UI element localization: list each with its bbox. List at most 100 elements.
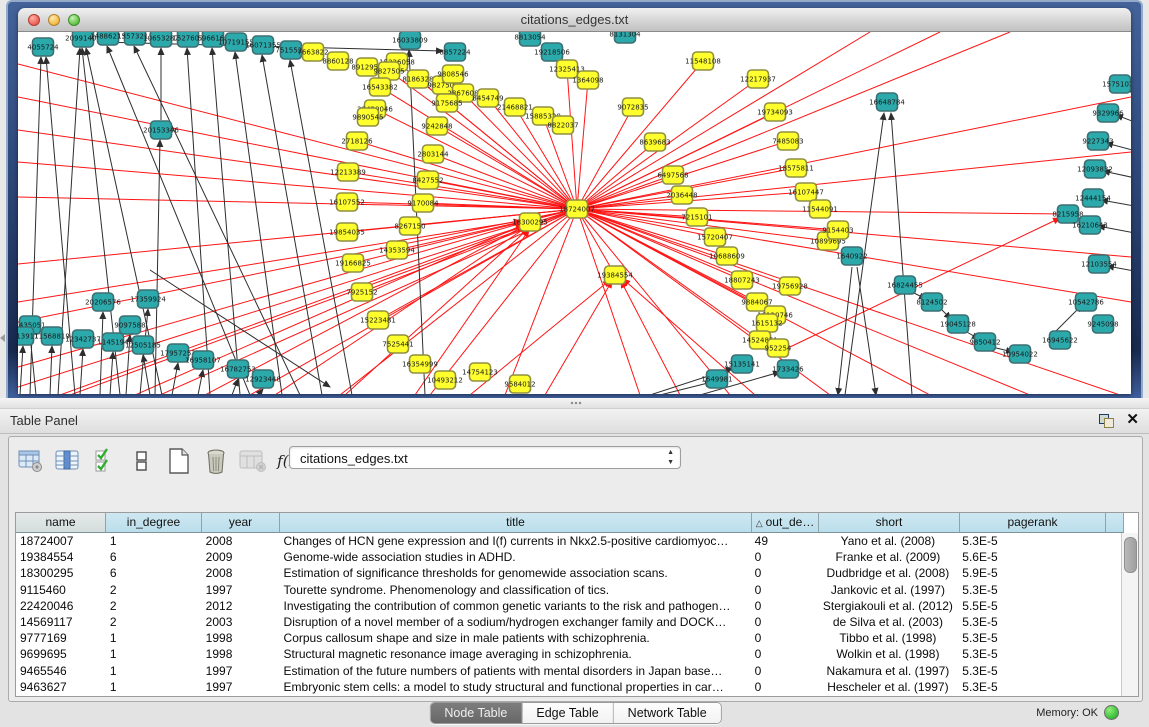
show-columns-icon[interactable] xyxy=(54,447,82,475)
edge xyxy=(198,370,203,394)
table-cell: Structural magnetic resonance image aver… xyxy=(280,646,751,662)
table-cell: 2003 xyxy=(202,614,280,630)
edge xyxy=(623,279,755,394)
edge xyxy=(232,379,238,394)
graph-node-label: 8813054 xyxy=(514,34,546,42)
column-header-in_degree[interactable]: in_degree xyxy=(106,513,202,533)
table-cell: 5.5E-5 xyxy=(958,598,1104,614)
table-cell: 5.3E-5 xyxy=(958,646,1104,662)
column-header-title[interactable]: title xyxy=(280,513,752,533)
graph-node-label: 20206576 xyxy=(85,299,121,307)
vertical-scrollbar[interactable] xyxy=(1121,533,1138,696)
graph-node-label: 9808546 xyxy=(437,71,469,79)
table-row[interactable]: 1872400712008Changes of HCN gene express… xyxy=(16,533,1122,549)
edge xyxy=(891,113,912,394)
table-cell: 9115460 xyxy=(16,582,106,598)
table-cell: Jankovic et al. (1997) xyxy=(818,582,959,598)
graph-node-label: 8267150 xyxy=(394,223,425,231)
float-panel-icon[interactable] xyxy=(1099,412,1114,427)
panel-collapse-arrow-icon[interactable] xyxy=(0,334,5,342)
column-header-spacer[interactable] xyxy=(1106,513,1124,533)
graph-node-label: 9890545 xyxy=(352,114,383,122)
graph-node-label: 16958107 xyxy=(185,357,221,365)
graph-node-label: 8454749 xyxy=(472,95,503,103)
table-cell: Hescheler et al. (1997) xyxy=(818,679,959,695)
close-panel-icon[interactable]: ✕ xyxy=(1126,412,1139,427)
graph-node-label: 9154403 xyxy=(822,227,853,235)
table-row[interactable]: 969969511998Structural magnetic resonanc… xyxy=(16,646,1122,662)
table-cell: 5.3E-5 xyxy=(958,582,1104,598)
tab-network-table[interactable]: Network Table xyxy=(614,703,721,723)
table-cell xyxy=(1104,646,1122,662)
column-header-year[interactable]: year xyxy=(202,513,280,533)
table-cell: 5.3E-5 xyxy=(958,614,1104,630)
graph-node-label: 8124502 xyxy=(916,299,947,307)
tab-node-table[interactable]: Node Table xyxy=(430,703,522,723)
table-row[interactable]: 977716911998Corpus callosum shape and si… xyxy=(16,630,1122,646)
graph-node-label: 9850412 xyxy=(969,339,1000,347)
tab-edge-table[interactable]: Edge Table xyxy=(522,703,613,723)
window-titlebar[interactable]: citations_edges.txt xyxy=(18,8,1131,32)
table-row[interactable]: 946554611997Estimation of the future num… xyxy=(16,663,1122,679)
delete-table-icon[interactable] xyxy=(239,447,267,475)
new-attribute-icon[interactable] xyxy=(165,447,193,475)
table-type-tabs: Node TableEdge TableNetwork Table xyxy=(429,702,721,724)
graph-node-label: 8639683 xyxy=(639,139,670,147)
table-cell: 14569117 xyxy=(16,614,106,630)
table-cell: Tourette syndrome. Phenomenology and cla… xyxy=(280,582,751,598)
table-row[interactable]: 2242004622012Investigating the contribut… xyxy=(16,598,1122,614)
table-cell: 2009 xyxy=(202,549,280,565)
graph-node-label: 2036448 xyxy=(666,192,697,200)
edge xyxy=(18,221,521,302)
graph-node-label: 10954022 xyxy=(1002,351,1038,359)
table-row[interactable]: 1938455462009Genome-wide association stu… xyxy=(16,549,1122,565)
edge xyxy=(212,48,240,394)
table-cell xyxy=(1104,533,1122,549)
delete-attribute-icon[interactable] xyxy=(202,447,230,475)
graph-node-label: 16543382 xyxy=(362,84,398,92)
column-header-short[interactable]: short xyxy=(819,513,960,533)
table-cell: 2 xyxy=(106,598,202,614)
graph-node-label: 18807243 xyxy=(724,277,760,285)
panel-divider[interactable] xyxy=(0,398,1149,409)
table-cell xyxy=(1104,582,1122,598)
column-header-out_de…[interactable]: △out_de… xyxy=(752,513,819,533)
table-cell: 9465546 xyxy=(16,663,106,679)
row-height-icon[interactable] xyxy=(128,447,156,475)
graph-node-label: 18724007 xyxy=(559,206,595,214)
divider-grip-icon[interactable] xyxy=(570,401,582,405)
table-selector-dropdown[interactable]: citations_edges.txt ▲▼ xyxy=(289,446,681,469)
table-cell: 2 xyxy=(106,614,202,630)
graph-node-label: 12093832 xyxy=(1077,166,1113,174)
column-header-pagerank[interactable]: pagerank xyxy=(960,513,1106,533)
graph-node-label: 12923448 xyxy=(245,376,281,384)
table-cell xyxy=(1104,598,1122,614)
graph-node-label: 14754123 xyxy=(462,369,498,377)
table-cell: 1 xyxy=(106,663,202,679)
network-canvas[interactable]: 4055724209914061488621513573211106532871… xyxy=(18,32,1131,394)
table-settings-icon[interactable] xyxy=(17,447,45,475)
network-view[interactable]: 4055724209914061488621513573211106532871… xyxy=(18,32,1131,394)
graph-node-label: 12213389 xyxy=(330,169,366,177)
graph-node-label: 16824455 xyxy=(887,282,923,290)
edge xyxy=(143,355,150,394)
table-cell: 9777169 xyxy=(16,630,106,646)
graph-node-label: 9329966 xyxy=(1092,110,1124,118)
table-cell: 9463627 xyxy=(16,679,106,695)
table-row[interactable]: 946362711997Embryonic stem cells: a mode… xyxy=(16,679,1122,695)
select-rows-icon[interactable] xyxy=(91,447,119,475)
column-header-label: year xyxy=(229,515,252,529)
graph-node-label: 9227343 xyxy=(1082,138,1113,146)
table-cell: Nakamura et al. (1997) xyxy=(818,663,959,679)
table-row[interactable]: 911546021997Tourette syndrome. Phenomeno… xyxy=(16,582,1122,598)
graph-node-label: 9827505 xyxy=(373,68,404,76)
table-row[interactable]: 1830029562008Estimation of significance … xyxy=(16,565,1122,581)
table-row[interactable]: 1456911722003Disruption of a novel membe… xyxy=(16,614,1122,630)
graph-node-label: 16107447 xyxy=(788,189,824,197)
column-header-name[interactable]: name xyxy=(16,513,106,533)
graph-node-label: 952254 xyxy=(765,345,792,353)
graph-node-label: 2803144 xyxy=(417,151,449,159)
graph-node-label: 9245098 xyxy=(1087,321,1118,329)
scrollbar-thumb[interactable] xyxy=(1124,537,1137,573)
table-cell: Disruption of a novel member of a sodium… xyxy=(280,614,751,630)
